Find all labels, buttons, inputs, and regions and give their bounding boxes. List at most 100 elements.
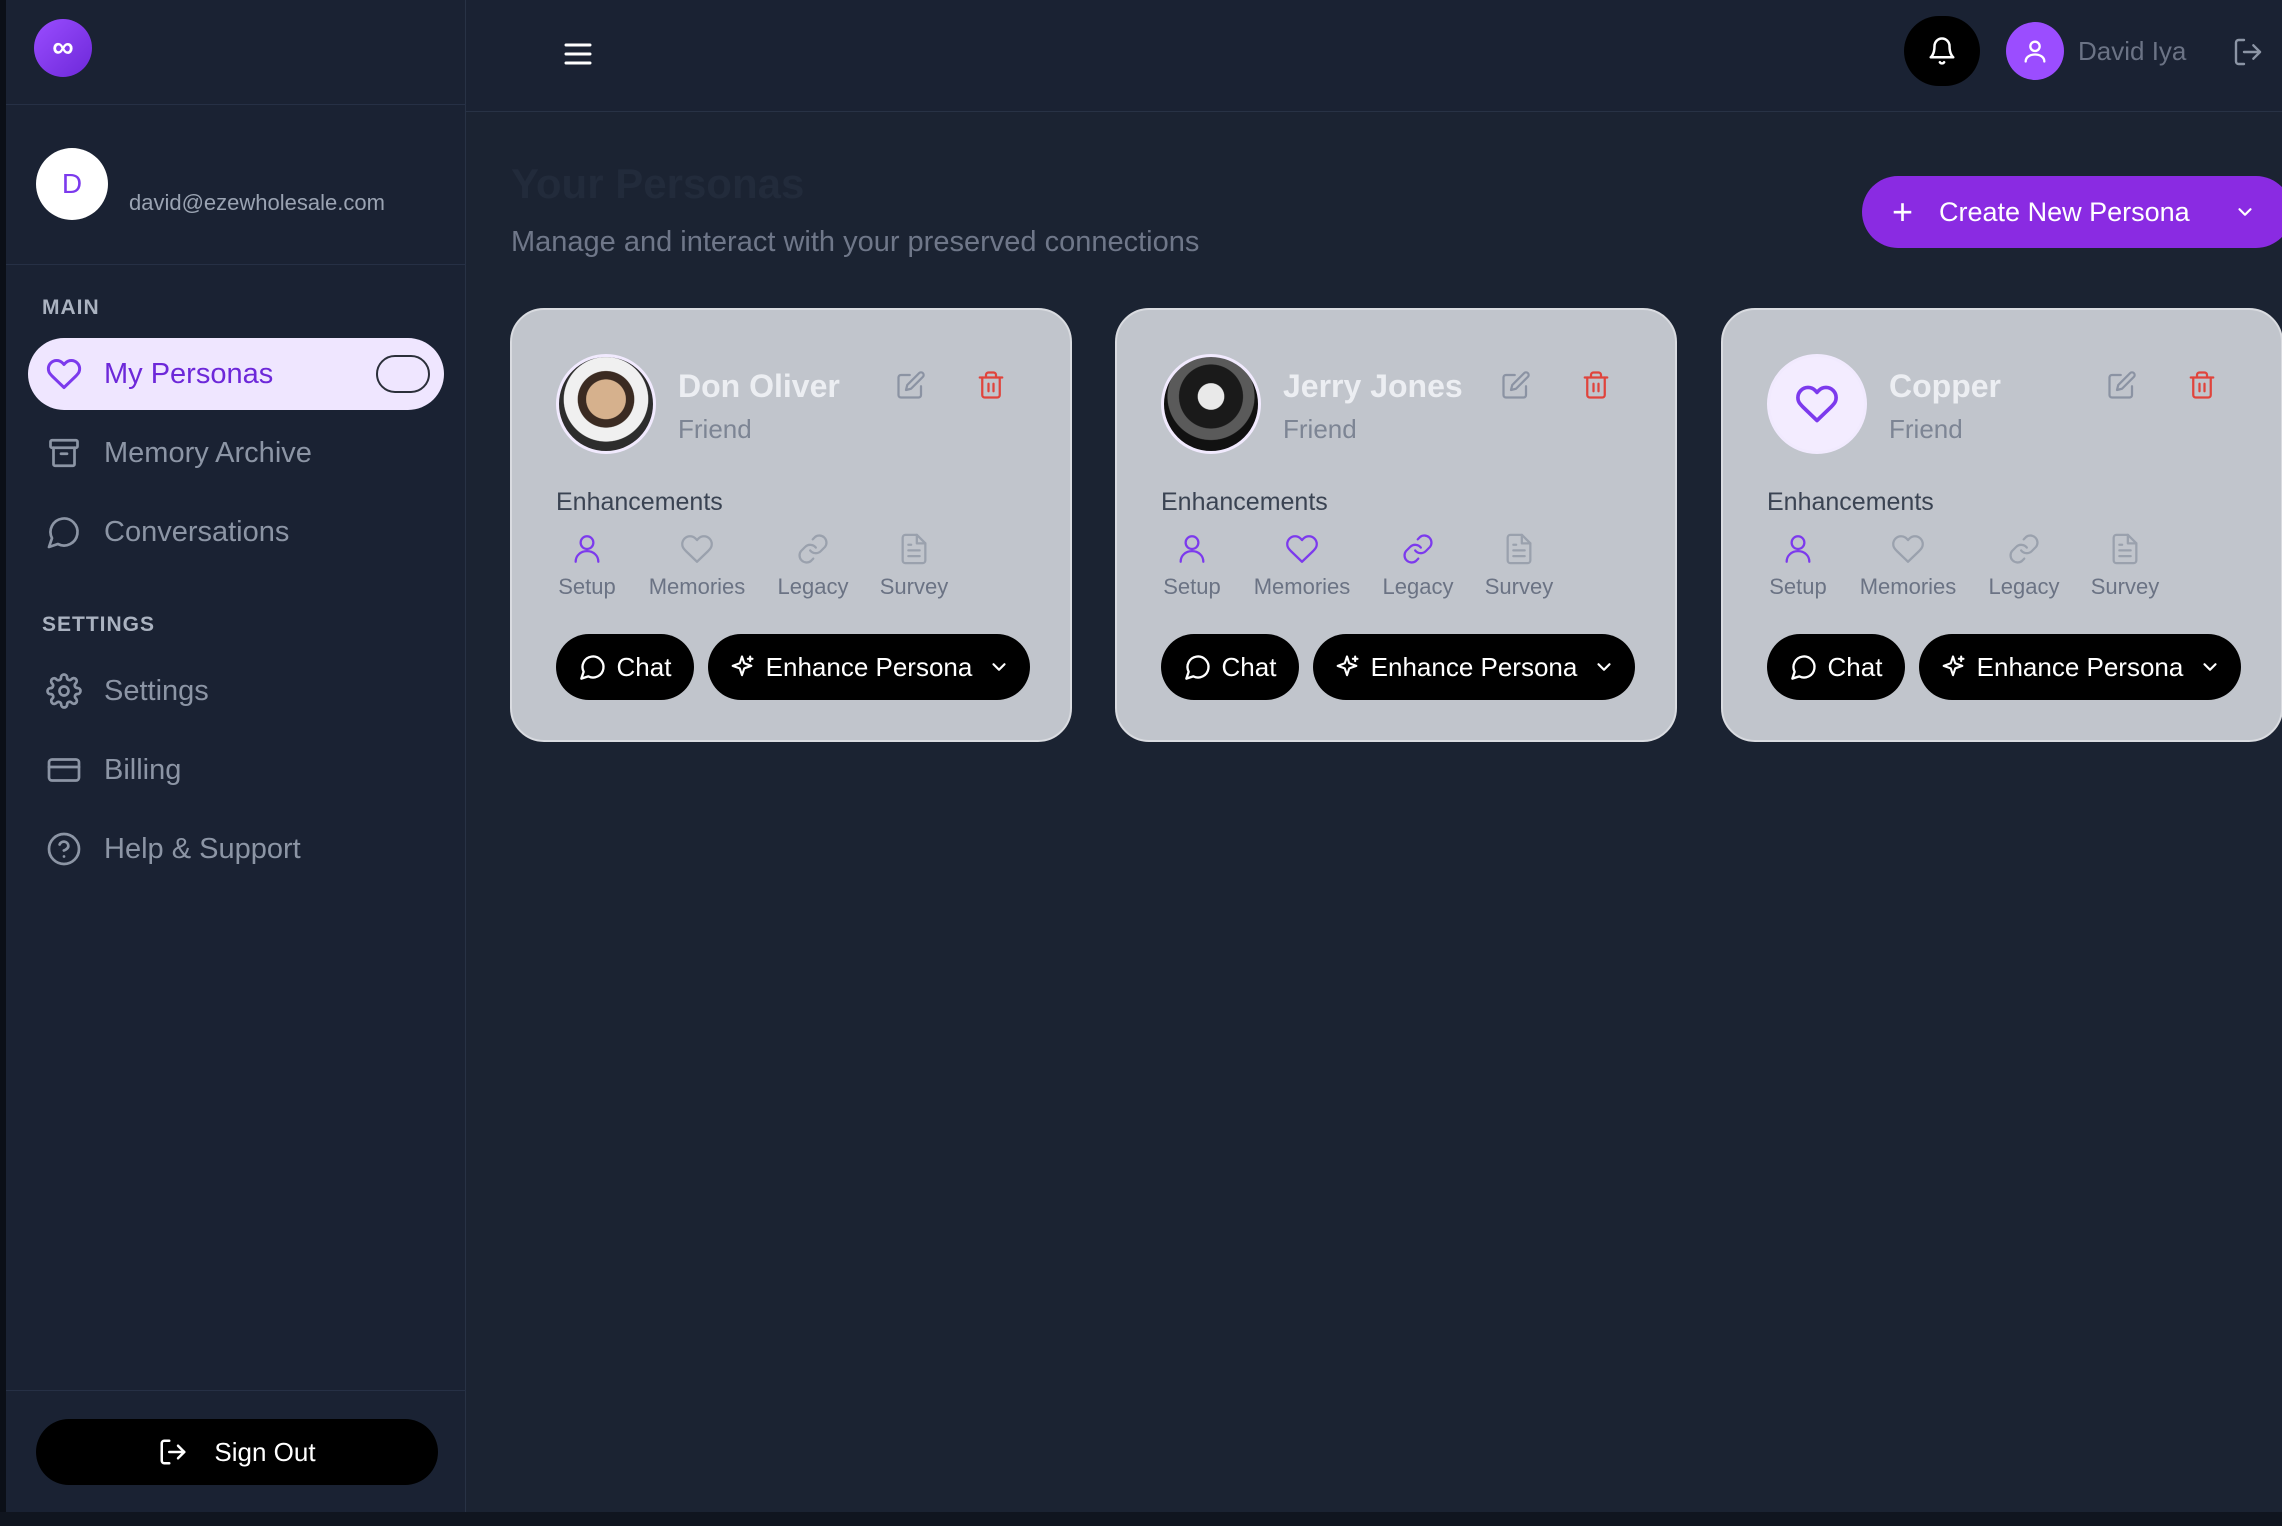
sign-out-button[interactable]: Sign Out xyxy=(36,1419,438,1485)
enhancement-label: Setup xyxy=(558,574,616,599)
user-icon xyxy=(1785,535,1811,563)
trash-icon[interactable] xyxy=(1581,370,1611,400)
chat-button-label: Chat xyxy=(1827,651,1883,682)
sidebar-item-label: Help & Support xyxy=(104,832,301,865)
enhance-persona-button[interactable]: Enhance Persona xyxy=(1919,634,2241,700)
sign-out-icon xyxy=(160,1439,186,1465)
sidebar-divider xyxy=(6,264,466,265)
enhance-button-label: Enhance Persona xyxy=(765,651,973,682)
user-avatar[interactable] xyxy=(2006,22,2064,80)
persona-card: Copper Friend Enhancements Setup Memorie… xyxy=(1721,308,2282,742)
enhance-persona-button[interactable]: Enhance Persona xyxy=(1313,634,1635,700)
section-label-main: MAIN xyxy=(42,296,100,319)
create-button-label: Create New Persona xyxy=(1939,196,2190,227)
sparkles-icon xyxy=(1942,655,1965,677)
enhancement-label: Legacy xyxy=(1382,574,1454,599)
persona-relation: Friend xyxy=(1283,414,1357,444)
enhancement-survey[interactable]: Survey xyxy=(2070,532,2180,600)
persona-name: Jerry Jones xyxy=(1283,368,1463,404)
chat-bubble-icon xyxy=(1790,655,1816,680)
user-icon xyxy=(574,535,600,563)
user-icon xyxy=(1179,535,1205,563)
enhance-persona-button[interactable]: Enhance Persona xyxy=(708,634,1030,700)
app-logo[interactable]: ∞ xyxy=(34,19,92,77)
document-icon xyxy=(1506,533,1532,565)
enhancement-memories[interactable]: Memories xyxy=(642,532,752,600)
top-bar: David Iya xyxy=(466,0,2282,112)
enhancement-setup[interactable]: Setup xyxy=(1137,532,1247,600)
trash-icon[interactable] xyxy=(976,370,1006,400)
persona-card: Don Oliver Friend Enhancements Setup Mem… xyxy=(510,308,1072,742)
persona-avatar xyxy=(1767,354,1867,454)
chat-button[interactable]: Chat xyxy=(556,634,694,700)
enhancement-memories[interactable]: Memories xyxy=(1247,532,1357,600)
chat-button-label: Chat xyxy=(1221,651,1277,682)
window-bottom-edge xyxy=(0,1512,2282,1526)
enhancement-label: Survey xyxy=(2090,574,2160,599)
document-icon xyxy=(2112,533,2138,565)
persona-name: Copper xyxy=(1889,368,2001,404)
sparkles-icon xyxy=(1336,655,1359,677)
enhancement-survey[interactable]: Survey xyxy=(1464,532,1574,600)
edit-icon[interactable] xyxy=(1501,370,1531,400)
sign-out-label: Sign Out xyxy=(214,1436,316,1467)
sidebar-item-conversations[interactable]: Conversations xyxy=(28,496,444,568)
logout-icon[interactable] xyxy=(2232,36,2264,68)
enhancement-label: Memories xyxy=(1859,574,1957,599)
enhancement-legacy[interactable]: Legacy xyxy=(1363,532,1473,600)
sidebar-item-label: Memory Archive xyxy=(104,436,312,469)
sidebar-divider xyxy=(6,104,466,105)
create-new-persona-button[interactable]: + Create New Persona xyxy=(1862,176,2282,248)
credit-card-icon xyxy=(47,758,81,782)
persona-avatar-photo xyxy=(556,354,656,454)
enhancement-label: Memories xyxy=(1253,574,1351,599)
chevron-down-icon xyxy=(2203,663,2217,671)
heart-icon xyxy=(1796,385,1838,423)
enhancement-legacy[interactable]: Legacy xyxy=(1969,532,2079,600)
chevron-down-icon[interactable] xyxy=(2234,201,2256,223)
persona-name: Don Oliver xyxy=(678,368,840,404)
sidebar-item-billing[interactable]: Billing xyxy=(28,734,444,806)
sparkles-icon xyxy=(731,655,754,677)
edit-icon[interactable] xyxy=(896,370,926,400)
chat-bubble-icon xyxy=(1184,655,1210,680)
sidebar-divider xyxy=(6,1390,466,1391)
sidebar-item-label: Settings xyxy=(104,674,209,707)
enhancement-memories[interactable]: Memories xyxy=(1853,532,1963,600)
hamburger-menu-icon[interactable] xyxy=(558,36,598,72)
archive-icon xyxy=(49,438,79,468)
enhancement-legacy[interactable]: Legacy xyxy=(758,532,868,600)
app-window: ∞ D david@ezewholesale.com MAIN My Perso… xyxy=(0,0,2282,1526)
enhancement-label: Survey xyxy=(879,574,949,599)
link-icon xyxy=(1403,534,1433,564)
sidebar-item-my-personas[interactable]: My Personas xyxy=(28,338,444,410)
enhancement-label: Setup xyxy=(1163,574,1221,599)
enhancement-survey[interactable]: Survey xyxy=(859,532,969,600)
link-icon xyxy=(798,534,828,564)
sidebar-item-memory-archive[interactable]: Memory Archive xyxy=(28,417,444,489)
enhancement-setup[interactable]: Setup xyxy=(1743,532,1853,600)
chat-bubble-icon xyxy=(47,517,79,549)
profile-avatar: D xyxy=(36,148,108,220)
enhancement-label: Survey xyxy=(1484,574,1554,599)
sidebar-item-settings[interactable]: Settings xyxy=(28,655,444,727)
chat-bubble-icon xyxy=(579,655,605,680)
user-name: David Iya xyxy=(2078,36,2187,66)
enhancement-setup[interactable]: Setup xyxy=(532,532,642,600)
sidebar-item-label: Conversations xyxy=(104,515,290,548)
sidebar-item-help-support[interactable]: Help & Support xyxy=(28,813,444,885)
enhancements-heading: Enhancements xyxy=(556,488,723,516)
chat-button[interactable]: Chat xyxy=(1767,634,1905,700)
enhance-button-label: Enhance Persona xyxy=(1370,651,1578,682)
enhance-button-label: Enhance Persona xyxy=(1976,651,2184,682)
edit-icon[interactable] xyxy=(2107,370,2137,400)
enhancement-label: Memories xyxy=(648,574,746,599)
sidebar: ∞ D david@ezewholesale.com MAIN My Perso… xyxy=(6,0,466,1512)
page-subtitle: Manage and interact with your preserved … xyxy=(511,226,1200,258)
chat-button[interactable]: Chat xyxy=(1161,634,1299,700)
notifications-button[interactable] xyxy=(1904,16,1980,86)
plus-icon: + xyxy=(1892,191,1914,232)
enhancements-heading: Enhancements xyxy=(1767,488,1934,516)
trash-icon[interactable] xyxy=(2187,370,2217,400)
sidebar-toggle[interactable] xyxy=(376,355,430,393)
